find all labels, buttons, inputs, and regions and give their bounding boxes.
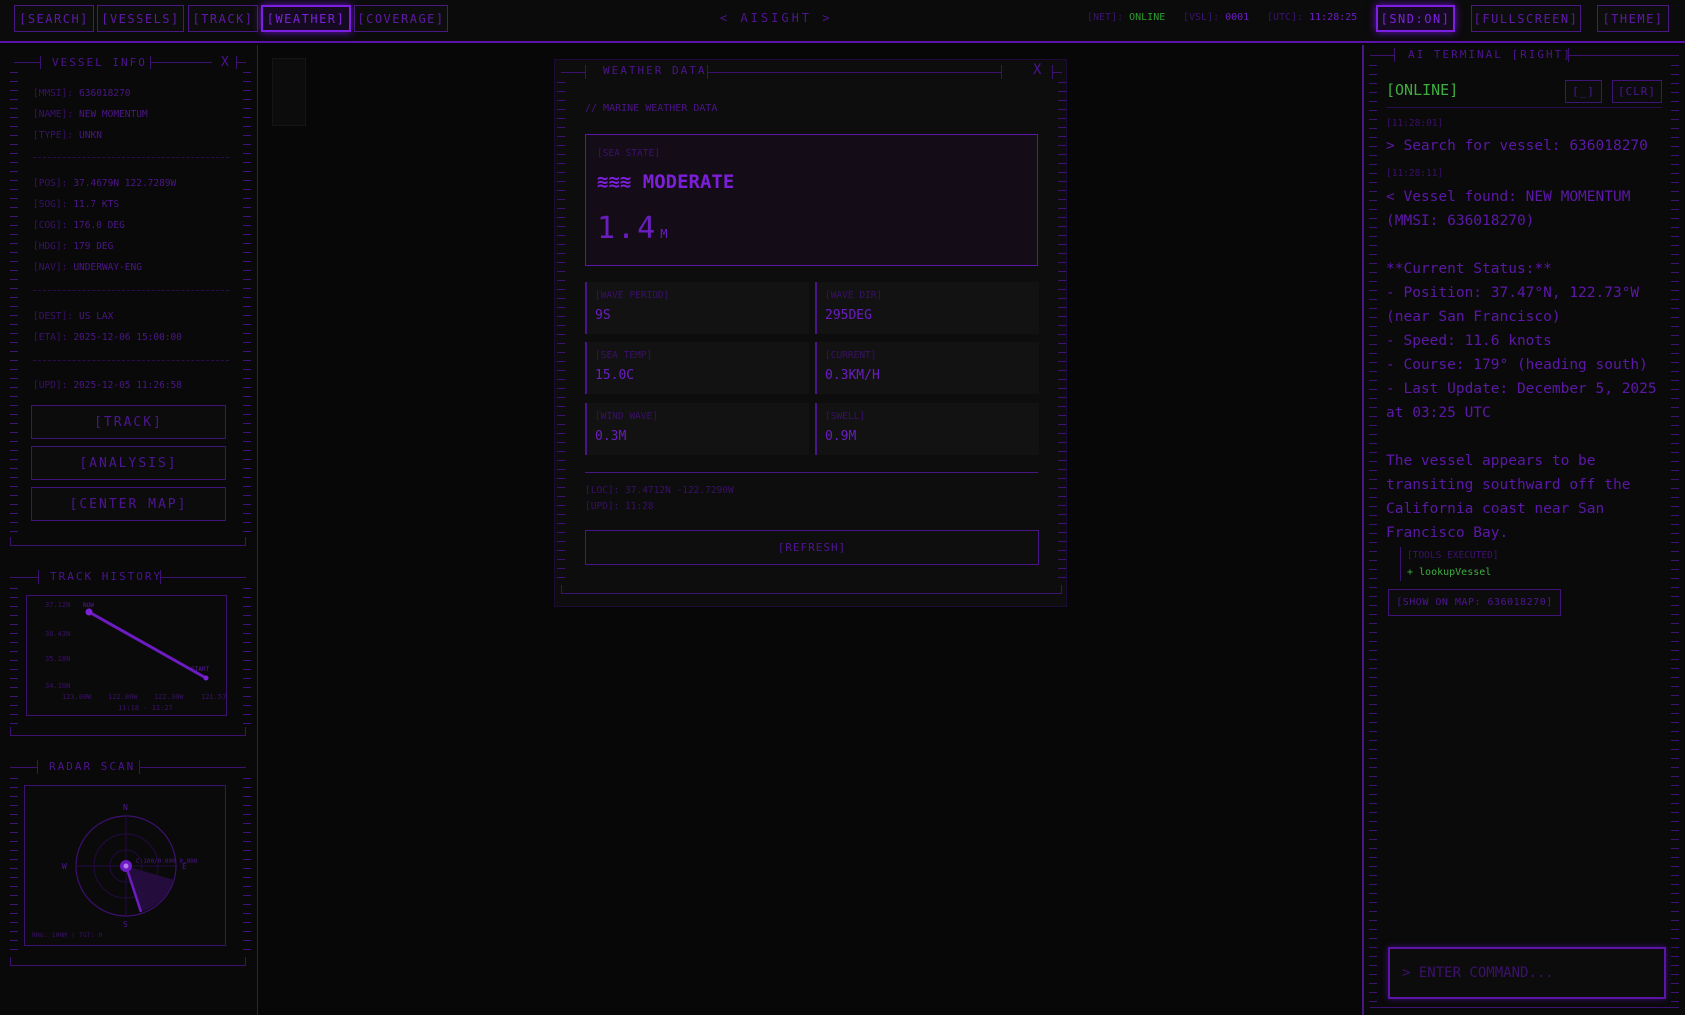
field-position: [POS]: 37.4679N 122.7289W — [33, 178, 177, 189]
field-destination: [DEST]: US LAX — [33, 311, 114, 322]
refresh-button[interactable]: [REFRESH] — [585, 530, 1039, 565]
center-map-button[interactable]: [CENTER MAP] — [31, 487, 226, 521]
nav-coverage-button[interactable]: [COVERAGE] — [354, 5, 448, 32]
wave-height: 1.4 M — [597, 211, 670, 246]
map-zoom-controls[interactable] — [272, 58, 306, 126]
track-history-title: TRACK HISTORY — [50, 570, 163, 583]
field-name: [NAME]: NEW MOMENTUM — [33, 109, 148, 120]
nav-search-button[interactable]: [SEARCH] — [14, 5, 94, 32]
weather-close-button[interactable]: X — [1033, 62, 1043, 78]
message-timestamp: [11:28:01] — [1386, 118, 1444, 129]
field-eta: [ETA]: 2025-12-06 15:00:00 — [33, 332, 182, 343]
current-cell: [CURRENT] 0.3KM/H — [815, 342, 1039, 394]
radar-scan-title: RADAR SCAN — [49, 760, 136, 773]
net-status: [NET]: ONLINE — [1087, 12, 1166, 23]
terminal-title: AI TERMINAL [RIGHT] — [1408, 48, 1572, 61]
sea-state-value: ≋≋≋ MODERATE — [597, 171, 735, 193]
radar-n-label: N — [123, 803, 128, 812]
field-mmsi: [MMSI]: 636018270 — [33, 88, 131, 99]
theme-button[interactable]: [THEME] — [1597, 5, 1669, 32]
vessel-info-close-button[interactable]: X — [221, 55, 231, 70]
tool-executed-item: + lookupVessel — [1407, 567, 1492, 578]
nav-weather-button[interactable]: [WEATHER] — [261, 5, 351, 32]
vessel-count: [VSL]: 0001 — [1183, 12, 1250, 23]
ai-response: < Vessel found: NEW MOMENTUM (MMSI: 6360… — [1386, 189, 1657, 541]
track-time-range: 11:18 - 11:27 — [118, 704, 173, 712]
wave-period-cell: [WAVE PERIOD] 9S — [585, 282, 809, 334]
fullscreen-button[interactable]: [FULLSCREEN] — [1471, 5, 1581, 32]
sound-toggle-button[interactable]: [SND:ON] — [1376, 5, 1455, 32]
track-now-point — [85, 608, 93, 616]
track-button[interactable]: [TRACK] — [31, 405, 226, 439]
sea-temp-cell: [SEA TEMP] 15.0C — [585, 342, 809, 394]
vessel-info-title: VESSEL INFO — [52, 56, 147, 69]
track-xlabel-1: 123.00W — [62, 693, 92, 701]
analysis-button[interactable]: [ANALYSIS] — [31, 446, 226, 480]
radar-s-label: S — [123, 920, 128, 929]
utc-clock: [UTC]: 11:28:25 — [1267, 12, 1358, 23]
track-ylabel-3: 35.18N — [45, 655, 70, 663]
weather-updated: [UPD]: 11:28 — [585, 501, 654, 512]
field-last-update: [UPD]: 2025-12-05 11:26:58 — [33, 380, 182, 391]
message-timestamp: [11:28:11] — [1386, 168, 1444, 179]
track-xlabel-3: 122.30W — [154, 693, 184, 701]
tools-executed-label: [TOOLS EXECUTED] — [1407, 550, 1499, 561]
wind-wave-cell: [WIND WAVE] 0.3M — [585, 403, 809, 455]
swell-cell: [SWELL] 0.9M — [815, 403, 1039, 455]
app-brand: < AISIGHT > — [720, 11, 833, 25]
field-heading: [HDG]: 179 DEG — [33, 241, 114, 252]
track-history-chart: 37.12N 36.43N 35.18N 34.10N 123.00W 122.… — [26, 595, 227, 716]
track-start-point — [203, 675, 209, 681]
radar-display: N S W E C:100/0.000 0.000 RNG: 10NM | TG… — [24, 785, 226, 946]
weather-modal: WEATHER DATA X // MARINE WEATHER DATA [S… — [554, 59, 1067, 607]
field-sog: [SOG]: 11.7 KTS — [33, 199, 120, 210]
show-on-map-button[interactable]: [SHOW ON MAP: 636018270] — [1388, 589, 1561, 616]
track-xlabel-4: 121.57 — [201, 693, 226, 701]
sea-state-card: [SEA STATE] ≋≋≋ MODERATE 1.4 M — [585, 134, 1038, 266]
weather-subtitle: // MARINE WEATHER DATA — [585, 103, 718, 114]
ai-terminal-panel: AI TERMINAL [RIGHT] [ONLINE] [_] [CLR] [… — [1362, 45, 1685, 1015]
track-start-label: START — [191, 666, 209, 673]
command-input-placeholder: > ENTER COMMAND... — [1402, 965, 1554, 981]
wave-icon: ≋≋≋ — [597, 171, 632, 193]
weather-title: WEATHER DATA — [603, 64, 707, 77]
field-type: [TYPE]: UNKN — [33, 130, 102, 141]
track-ylabel-2: 36.43N — [45, 630, 70, 638]
radar-w-label: W — [62, 862, 67, 871]
nav-vessels-button[interactable]: [VESSELS] — [97, 5, 184, 32]
radar-target-label: C:100/0.000 0.000 — [136, 858, 198, 865]
track-ylabel-1: 37.12N — [45, 601, 70, 609]
field-nav-status: [NAV]: UNDERWAY-ENG — [33, 262, 142, 273]
terminal-clear-button[interactable]: [CLR] — [1612, 80, 1662, 103]
sea-state-label: [SEA STATE] — [597, 148, 660, 159]
terminal-status: [ONLINE] — [1386, 81, 1459, 99]
track-xlabel-2: 122.86W — [108, 693, 138, 701]
wave-dir-cell: [WAVE DIR] 295DEG — [815, 282, 1039, 334]
track-ylabel-4: 34.10N — [45, 682, 70, 690]
field-cog: [COG]: 176.0 DEG — [33, 220, 125, 231]
weather-location: [LOC]: 37.4712N -122.7290W — [585, 485, 734, 496]
terminal-minimize-button[interactable]: [_] — [1565, 80, 1602, 103]
top-bar: [SEARCH] [VESSELS] [TRACK] [WEATHER] [CO… — [0, 0, 1685, 43]
user-message: > Search for vessel: 636018270 — [1386, 138, 1648, 154]
radar-footer: RNG: 10NM | TGT: 0 — [32, 931, 103, 939]
command-input[interactable]: > ENTER COMMAND... — [1388, 947, 1666, 999]
track-now-label: NOW — [83, 602, 94, 609]
nav-track-button[interactable]: [TRACK] — [188, 5, 258, 32]
